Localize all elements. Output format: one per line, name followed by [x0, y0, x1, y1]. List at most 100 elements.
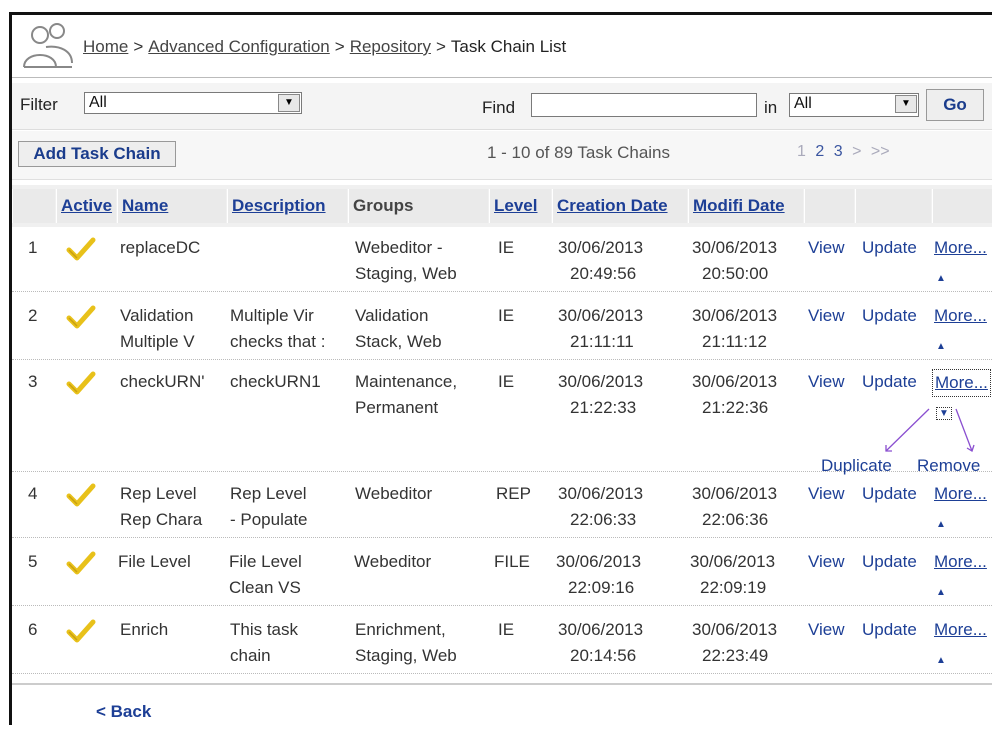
- row-number: 1: [28, 238, 38, 257]
- collapse-arrow-icon[interactable]: ▲: [936, 273, 946, 284]
- collapse-arrow-icon[interactable]: ▲: [936, 655, 946, 666]
- more-link[interactable]: More...: [934, 235, 987, 261]
- breadcrumb-home-link[interactable]: Home: [83, 37, 128, 56]
- collapse-arrow-icon[interactable]: ▲: [936, 519, 946, 530]
- row-creation-time: 20:14:56: [570, 646, 637, 665]
- back-link[interactable]: < Back: [96, 702, 151, 722]
- in-label: in: [764, 98, 778, 117]
- active-check-icon: [66, 619, 96, 643]
- header: Home > Advanced Configuration > Repository > T…: [12, 15, 992, 78]
- row-groups-line1: Maintenance,: [355, 372, 458, 391]
- column-header-more: [932, 189, 992, 223]
- more-link[interactable]: More...: [934, 303, 987, 329]
- collapse-arrow-icon[interactable]: ▲: [936, 341, 946, 352]
- row-name: File Level: [118, 552, 191, 571]
- row-groups-line2: Staging, Web: [355, 264, 457, 283]
- row-number: 5: [28, 552, 38, 571]
- view-link[interactable]: View: [808, 235, 845, 261]
- row-modified-date: 30/06/2013: [692, 306, 778, 325]
- row-description: This task: [230, 620, 299, 639]
- more-link[interactable]: More...: [932, 369, 991, 397]
- view-link[interactable]: View: [808, 369, 845, 395]
- row-modified-date: 30/06/2013: [692, 484, 778, 503]
- row-groups-line2: Stack, Web: [355, 332, 442, 351]
- table-header: Active Name Description Groups Level Cre…: [12, 185, 992, 227]
- row-groups-line1: Enrichment,: [355, 620, 446, 639]
- update-link[interactable]: Update: [862, 481, 917, 507]
- next-page-icon[interactable]: >: [852, 143, 861, 160]
- row-level: IE: [498, 306, 515, 325]
- column-header-name[interactable]: Name: [117, 189, 226, 223]
- in-select-value: All: [794, 95, 812, 112]
- more-link[interactable]: More...: [934, 549, 987, 575]
- row-modified-time: 21:22:36: [702, 398, 769, 417]
- row-name: checkURN': [120, 372, 205, 391]
- dropdown-arrow-icon: ▼: [895, 95, 917, 113]
- active-check-icon: [66, 483, 96, 507]
- collapse-arrow-icon[interactable]: ▲: [936, 587, 946, 598]
- row-groups-line2: Staging, Web: [355, 646, 457, 665]
- row-description: Rep Level: [230, 484, 307, 503]
- view-link[interactable]: View: [808, 617, 845, 643]
- row-modified-time: 20:50:00: [702, 264, 769, 283]
- row-groups-line2: Permanent: [355, 398, 439, 417]
- update-link[interactable]: Update: [862, 303, 917, 329]
- go-button[interactable]: Go: [926, 89, 984, 121]
- column-header-level[interactable]: Level: [489, 189, 551, 223]
- row-creation-time: 20:49:56: [570, 264, 637, 283]
- update-link[interactable]: Update: [862, 617, 917, 643]
- row-name: replaceDC: [120, 238, 201, 257]
- row-modified-time: 21:11:12: [702, 332, 767, 351]
- row-creation-date: 30/06/2013: [558, 484, 644, 503]
- find-input[interactable]: [531, 93, 757, 117]
- add-task-chain-button[interactable]: Add Task Chain: [18, 141, 176, 167]
- table-row: 4 Rep Level Rep Chara Rep Level - Popula…: [12, 473, 992, 538]
- column-header-view: [804, 189, 854, 223]
- row-creation-time: 22:09:16: [568, 578, 635, 597]
- update-link[interactable]: Update: [862, 369, 917, 395]
- row-number: 6: [28, 620, 38, 639]
- action-bar: Add Task Chain 1 - 10 of 89 Task Chains …: [12, 131, 992, 180]
- column-header-creation-date[interactable]: Creation Date: [552, 189, 687, 223]
- column-header-modified-date[interactable]: Modifi Date: [688, 189, 803, 223]
- update-link[interactable]: Update: [862, 235, 917, 261]
- row-level: IE: [498, 238, 515, 257]
- column-header-description[interactable]: Description: [227, 189, 347, 223]
- breadcrumb-repository-link[interactable]: Repository: [350, 37, 431, 56]
- row-name-line2: Rep Chara: [120, 510, 203, 529]
- table-row: 1 replaceDC Webeditor - Staging, Web IE …: [12, 227, 992, 292]
- more-link[interactable]: More...: [934, 617, 987, 643]
- active-check-icon: [66, 371, 96, 395]
- column-header-groups: Groups: [348, 189, 488, 223]
- in-select[interactable]: All ▼: [789, 93, 919, 117]
- row-groups-line1: Webeditor: [354, 552, 432, 571]
- row-description-line2: chain: [230, 646, 271, 665]
- filter-select[interactable]: All ▼: [84, 92, 302, 114]
- breadcrumb-advanced-link[interactable]: Advanced Configuration: [148, 37, 329, 56]
- page-3-link[interactable]: 3: [834, 143, 843, 160]
- row-name: Rep Level: [120, 484, 197, 503]
- row-groups-line1: Validation: [355, 306, 429, 325]
- breadcrumb-separator: >: [334, 37, 345, 56]
- last-page-icon[interactable]: >>: [871, 143, 890, 160]
- row-number: 4: [28, 484, 38, 503]
- view-link[interactable]: View: [808, 481, 845, 507]
- filter-label: Filter: [20, 95, 58, 114]
- row-modified-time: 22:23:49: [702, 646, 769, 665]
- row-level: IE: [498, 372, 515, 391]
- page-2-link[interactable]: 2: [815, 143, 824, 160]
- row-modified-date: 30/06/2013: [692, 238, 778, 257]
- row-modified-date: 30/06/2013: [690, 552, 776, 571]
- row-creation-time: 21:11:11: [570, 332, 634, 351]
- row-description: File Level: [229, 552, 302, 571]
- column-header-active[interactable]: Active: [56, 189, 116, 223]
- more-link[interactable]: More...: [934, 481, 987, 507]
- view-link[interactable]: View: [808, 549, 845, 575]
- view-link[interactable]: View: [808, 303, 845, 329]
- row-description-line2: Clean VS: [229, 578, 301, 597]
- breadcrumb-separator: >: [435, 37, 446, 56]
- update-link[interactable]: Update: [862, 549, 917, 575]
- table-row: 5 File Level File Level Clean VS Webedit…: [12, 541, 992, 606]
- table-row: 6 Enrich This task chain Enrichment, Sta…: [12, 609, 992, 674]
- row-name-line2: Multiple V: [120, 332, 195, 351]
